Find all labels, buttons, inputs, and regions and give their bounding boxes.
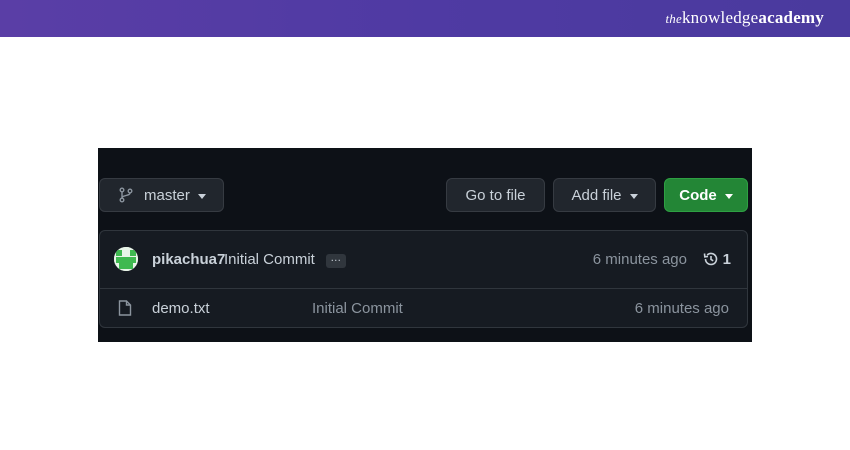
chevron-down-icon <box>197 193 206 199</box>
knowledge-academy-logo: theknowledgeacademy <box>666 8 825 28</box>
commit-expand-button[interactable]: … <box>326 253 346 268</box>
table-row[interactable]: demo.txt Initial Commit 6 minutes ago <box>100 288 747 327</box>
git-branch-icon <box>119 187 133 203</box>
history-icon <box>703 252 717 266</box>
top-banner: theknowledgeacademy <box>0 0 850 37</box>
go-to-file-label: Go to file <box>465 186 526 204</box>
add-file-label: Add file <box>571 186 622 204</box>
logo-main: knowledge <box>681 8 759 27</box>
chevron-down-icon <box>724 193 733 199</box>
identicon-icon <box>114 247 138 271</box>
logo-bold: academy <box>758 8 824 27</box>
branch-selector-button[interactable]: master <box>99 178 224 212</box>
commit-author-link[interactable]: pikachua7 <box>152 251 225 268</box>
file-name-link[interactable]: demo.txt <box>152 300 210 317</box>
file-commit-time: 6 minutes ago <box>634 300 729 317</box>
avatar[interactable] <box>114 247 138 271</box>
go-to-file-button[interactable]: Go to file <box>446 178 545 212</box>
code-label: Code <box>679 186 717 204</box>
chevron-down-icon <box>629 193 638 199</box>
repo-panel: master Go to file Add file Code pikachua… <box>98 148 752 342</box>
file-commit-message-link[interactable]: Initial Commit <box>312 300 403 317</box>
logo-prefix: the <box>665 11 682 26</box>
commit-history-link[interactable]: 1 <box>702 250 731 268</box>
latest-commit-row: pikachua7 Initial Commit … 6 minutes ago… <box>100 231 747 289</box>
commit-message-link[interactable]: Initial Commit <box>224 251 315 268</box>
branch-name: master <box>144 186 190 204</box>
file-list-box: pikachua7 Initial Commit … 6 minutes ago… <box>99 230 748 328</box>
add-file-button[interactable]: Add file <box>553 178 656 212</box>
file-icon <box>118 300 132 316</box>
history-count: 1 <box>722 250 731 268</box>
code-button[interactable]: Code <box>664 178 748 212</box>
commit-time: 6 minutes ago <box>592 251 687 268</box>
